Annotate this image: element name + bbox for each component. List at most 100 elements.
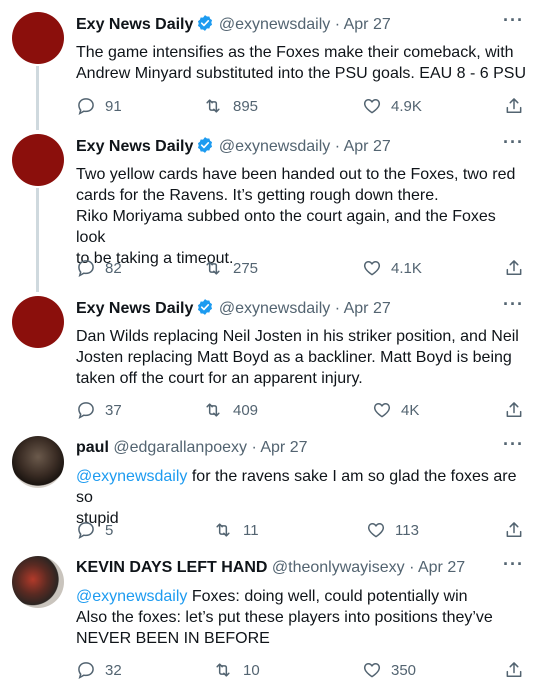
timestamp[interactable]: Apr 27 [260,439,307,456]
separator-dot: · [334,300,341,317]
share-button[interactable] [504,96,524,116]
mention-link[interactable]: @exynewsdaily [76,588,187,605]
timestamp[interactable]: Apr 27 [344,300,391,317]
more-options-icon[interactable]: ··· [503,294,524,315]
avatar[interactable] [12,296,64,348]
retweet-button[interactable]: 10 [212,660,260,680]
tweet-header: Exy News Daily @exynewsdaily · Apr 27 [76,14,500,38]
like-button[interactable]: 4.9K [362,96,422,116]
display-name[interactable]: KEVIN DAYS LEFT HAND [76,559,267,576]
handle[interactable]: @exynewsdaily [219,300,330,317]
mention-link[interactable]: @exynewsdaily [76,468,187,485]
retweet-count: 10 [243,661,260,679]
like-count: 350 [391,661,417,679]
tweet-line: The game intensifies as the Foxes make t… [76,44,514,61]
avatar[interactable] [12,556,64,608]
display-name[interactable]: Exy News Daily [76,300,193,317]
tweet-header: Exy News Daily @exynewsdaily · Apr 27 [76,136,500,160]
more-options-icon[interactable]: ··· [503,132,524,153]
separator-dot: · [251,439,257,456]
retweet-icon [206,403,220,417]
retweet-icon [206,99,220,113]
share-icon [506,98,522,113]
reply-button[interactable]: 32 [76,660,122,680]
tweet-header: paul @edgarallanpoexy · Apr 27 [76,438,500,458]
tweet-text: The game intensifies as the Foxes make t… [76,42,526,84]
tweet-line-text: Foxes: doing well, could potentially win [187,588,468,605]
share-button[interactable] [504,520,524,540]
reply-button[interactable]: 37 [76,400,122,420]
handle[interactable]: @theonlywayisexy [272,559,405,576]
handle[interactable]: @exynewsdaily [219,16,330,33]
heart-icon [367,523,385,538]
tweet-line: Dan Wilds replacing Neil Josten in his s… [76,328,519,345]
timestamp[interactable]: Apr 27 [418,559,465,576]
reply-count: 32 [105,661,122,679]
tweet-line: @exynewsdaily Foxes: doing well, could p… [76,586,526,607]
like-button[interactable]: 113 [366,520,419,540]
verified-badge-icon [196,136,214,160]
separator-dot: · [334,138,341,155]
separator-dot: · [409,559,415,576]
retweet-count: 275 [233,259,259,277]
reply-count: 5 [105,521,114,539]
retweet-icon [206,261,220,275]
tweet[interactable]: paul @edgarallanpoexy · Apr 27 ··· @exyn… [0,434,540,546]
avatar[interactable] [12,12,64,64]
retweet-count: 11 [243,521,259,539]
tweet-line: Two yellow cards have been handed out to… [76,166,516,183]
avatar[interactable] [12,436,64,488]
tweet-line: taken off the court for an apparent inju… [76,370,363,387]
more-options-icon[interactable]: ··· [503,554,524,575]
tweet-actions: 82 275 4.1K [76,258,526,282]
share-icon [506,402,522,417]
tweet-line: Riko Moriyama subbed onto the court agai… [76,208,496,246]
handle[interactable]: @exynewsdaily [219,138,330,155]
display-name[interactable]: Exy News Daily [76,138,193,155]
tweet[interactable]: Exy News Daily @exynewsdaily · Apr 27 ··… [0,10,540,132]
reply-icon [78,260,94,278]
share-button[interactable] [504,400,524,420]
share-button[interactable] [504,660,524,680]
share-button[interactable] [504,258,524,278]
share-icon [506,260,522,275]
tweet[interactable]: Exy News Daily @exynewsdaily · Apr 27 ··… [0,132,540,284]
separator-dot: · [334,16,341,33]
handle[interactable]: @edgarallanpoexy [113,439,247,456]
tweet[interactable]: KEVIN DAYS LEFT HAND @theonlywayisexy · … [0,554,540,690]
timestamp[interactable]: Apr 27 [344,138,391,155]
like-count: 4.1K [391,259,422,277]
like-button[interactable]: 350 [362,660,416,680]
tweet-line: NEVER BEEN IN BEFORE [76,630,270,647]
verified-badge-icon [196,14,214,38]
retweet-button[interactable]: 895 [202,96,258,116]
tweet-actions: 91 895 4.9K [76,96,526,120]
display-name[interactable]: paul [76,439,109,456]
reply-button[interactable]: 5 [76,520,113,540]
reply-button[interactable]: 91 [76,96,122,116]
reply-button[interactable]: 82 [76,258,122,278]
tweet-text: Dan Wilds replacing Neil Josten in his s… [76,326,526,389]
tweet-line: Also the foxes: let’s put these players … [76,609,493,626]
retweet-icon [216,663,230,677]
more-options-icon[interactable]: ··· [503,10,524,31]
retweet-button[interactable]: 275 [202,258,258,278]
like-button[interactable]: 4K [372,400,419,420]
tweet-line: Andrew Minyard substituted into the PSU … [76,65,526,82]
tweet[interactable]: Exy News Daily @exynewsdaily · Apr 27 ··… [0,294,540,426]
reply-icon [78,662,94,680]
more-options-icon[interactable]: ··· [503,434,524,455]
display-name[interactable]: Exy News Daily [76,16,193,33]
avatar[interactable] [12,134,64,186]
reply-icon [78,98,94,116]
tweet-text: Two yellow cards have been handed out to… [76,164,526,269]
tweet-header: Exy News Daily @exynewsdaily · Apr 27 [76,298,500,322]
tweet-actions: 32 10 350 [76,660,526,684]
heart-icon [363,261,381,276]
reply-icon [78,522,94,540]
retweet-button[interactable]: 11 [212,520,259,540]
reply-count: 37 [105,401,122,419]
retweet-button[interactable]: 409 [202,400,258,420]
timestamp[interactable]: Apr 27 [344,16,391,33]
like-button[interactable]: 4.1K [362,258,422,278]
